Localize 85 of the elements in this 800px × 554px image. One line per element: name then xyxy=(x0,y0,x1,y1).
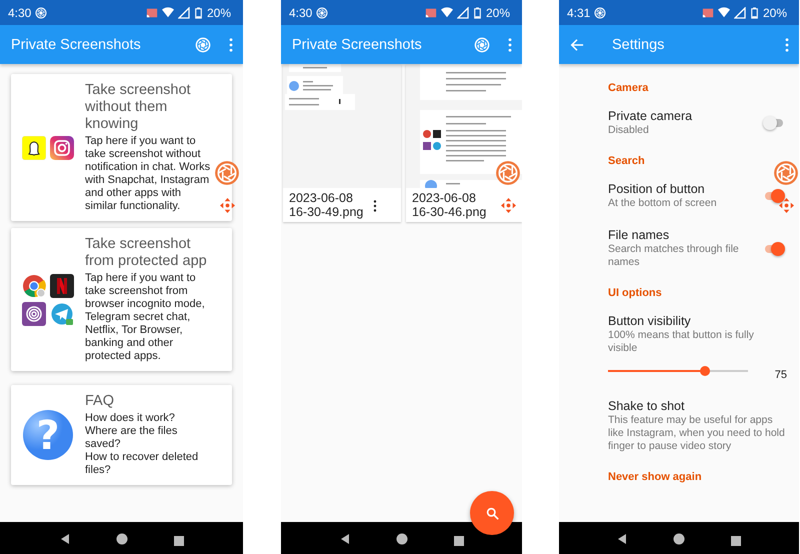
back-icon[interactable] xyxy=(340,532,350,544)
card-description: Tap here if you want to take screenshot from browser incognito mode, Telegram secret chat, Netflix, Tor Browser, banking and other protected apps. xyxy=(85,272,206,363)
battery-icon xyxy=(750,6,759,18)
setting-title: Private camera xyxy=(608,109,694,124)
status-shutter-icon xyxy=(594,6,606,18)
move-handle-icon[interactable] xyxy=(220,198,235,213)
battery-icon xyxy=(194,6,203,18)
battery-level: 20% xyxy=(762,6,787,20)
section-header: Camera xyxy=(608,82,650,94)
app-title: Private Screenshots xyxy=(11,36,142,52)
back-icon[interactable] xyxy=(60,532,70,544)
paper-plane-icon xyxy=(50,302,74,326)
floating-shutter-button[interactable] xyxy=(773,160,799,186)
setting-summary: At the bottom of screen xyxy=(608,197,718,210)
search-button[interactable] xyxy=(470,491,514,535)
wifi-icon xyxy=(718,6,730,18)
floating-shutter-button[interactable] xyxy=(214,160,240,186)
screenshot-tile[interactable]: 2023-06-08 16-30-46.png xyxy=(406,64,522,222)
signal-icon xyxy=(734,6,746,18)
cast-icon xyxy=(424,6,437,18)
setting-summary: Disabled xyxy=(608,124,650,137)
card-description: Tap here if you want to take screenshot without notification in chat. Works with Snapchat, Instagram and other apps with similar functionality. xyxy=(85,135,212,213)
browser-icon xyxy=(22,274,46,298)
wifi-icon xyxy=(162,6,174,18)
screenshot-tile[interactable]: 2023-06-08 16-30-49.png xyxy=(283,64,401,222)
setting-title: File names xyxy=(608,228,670,243)
screenshot-thumbnail[interactable] xyxy=(283,64,401,188)
setting-summary: Search matches through file names xyxy=(608,243,740,269)
card-title: Take screenshot from protected app xyxy=(85,236,208,270)
recents-icon[interactable] xyxy=(174,533,184,543)
file-name: 2023-06-08 16-30-49.png xyxy=(289,191,364,219)
status-shutter-icon xyxy=(316,6,328,18)
toggle-switch[interactable] xyxy=(763,242,785,256)
back-icon[interactable] xyxy=(617,532,627,544)
setting-summary: This feature may be useful for apps like Instagram, when you need to hold finger to pause video story xyxy=(608,414,785,453)
faq-card[interactable]: ? FAQ How does it work? Where are the files saved? How to recover deleted files? xyxy=(11,385,232,485)
toggle-switch[interactable] xyxy=(763,189,785,203)
setting-title: Shake to shot xyxy=(608,399,686,414)
shutter-icon[interactable] xyxy=(195,36,211,52)
move-handle-icon[interactable] xyxy=(779,198,794,213)
shutter-icon[interactable] xyxy=(474,36,490,52)
move-handle-icon[interactable] xyxy=(501,198,516,213)
slider-thumb[interactable] xyxy=(700,366,710,376)
card-title: Take screenshot without them knowing xyxy=(85,82,192,133)
more-icon[interactable] xyxy=(373,199,377,211)
cast-icon xyxy=(146,6,158,18)
home-icon[interactable] xyxy=(673,532,685,544)
battery-level: 20% xyxy=(206,6,231,20)
section-header: Search xyxy=(608,155,646,167)
search-icon xyxy=(486,506,498,520)
battery-icon xyxy=(472,6,482,18)
slider-value: 75 xyxy=(774,368,787,381)
signal-icon xyxy=(178,6,190,18)
signal-icon xyxy=(456,6,469,18)
section-header: Never show again xyxy=(608,471,703,483)
status-time: 4:30 xyxy=(8,6,32,20)
cast-icon xyxy=(702,6,714,18)
feature-card[interactable]: Take screenshot from protected app Tap here if you want to take screenshot from browser incognito mode, Telegram secret chat, Netflix, Tor Browser, banking and other protected apps. xyxy=(11,228,232,371)
setting-summary: 100% means that button is fully visible xyxy=(608,329,755,355)
setting-title: Position of button xyxy=(608,182,706,197)
question-icon: ? xyxy=(22,409,74,461)
card-description: How does it work? Where are the files saved? How to recover deleted files? xyxy=(85,412,200,477)
card-title: FAQ xyxy=(85,393,116,410)
status-time: 4:31 xyxy=(567,6,590,20)
ghost-icon xyxy=(22,136,46,160)
app-title: Private Screenshots xyxy=(292,36,423,52)
camera-icon xyxy=(50,136,74,160)
setting-title: Button visibility xyxy=(608,314,692,329)
recents-icon[interactable] xyxy=(731,533,741,543)
ribbon-icon xyxy=(50,274,74,298)
toggle-switch[interactable] xyxy=(763,116,785,130)
app-title: Settings xyxy=(612,36,666,52)
rings-icon xyxy=(22,302,46,326)
file-name: 2023-06-08 16-30-46.png xyxy=(412,191,488,219)
home-icon[interactable] xyxy=(396,532,408,544)
home-icon[interactable] xyxy=(116,532,128,544)
battery-level: 20% xyxy=(486,6,510,20)
back-arrow-icon[interactable] xyxy=(570,38,584,52)
status-time: 4:30 xyxy=(289,6,312,20)
section-header: UI options xyxy=(608,287,663,299)
floating-shutter-button[interactable] xyxy=(495,160,521,186)
recents-icon[interactable] xyxy=(454,533,464,543)
status-shutter-icon xyxy=(35,6,48,18)
wifi-icon xyxy=(440,6,453,18)
feature-card[interactable]: Take screenshot without them knowing Tap here if you want to take screenshot without notification in chat. Works with Snapchat, Instagram and other apps with similar functionality. xyxy=(11,74,232,221)
